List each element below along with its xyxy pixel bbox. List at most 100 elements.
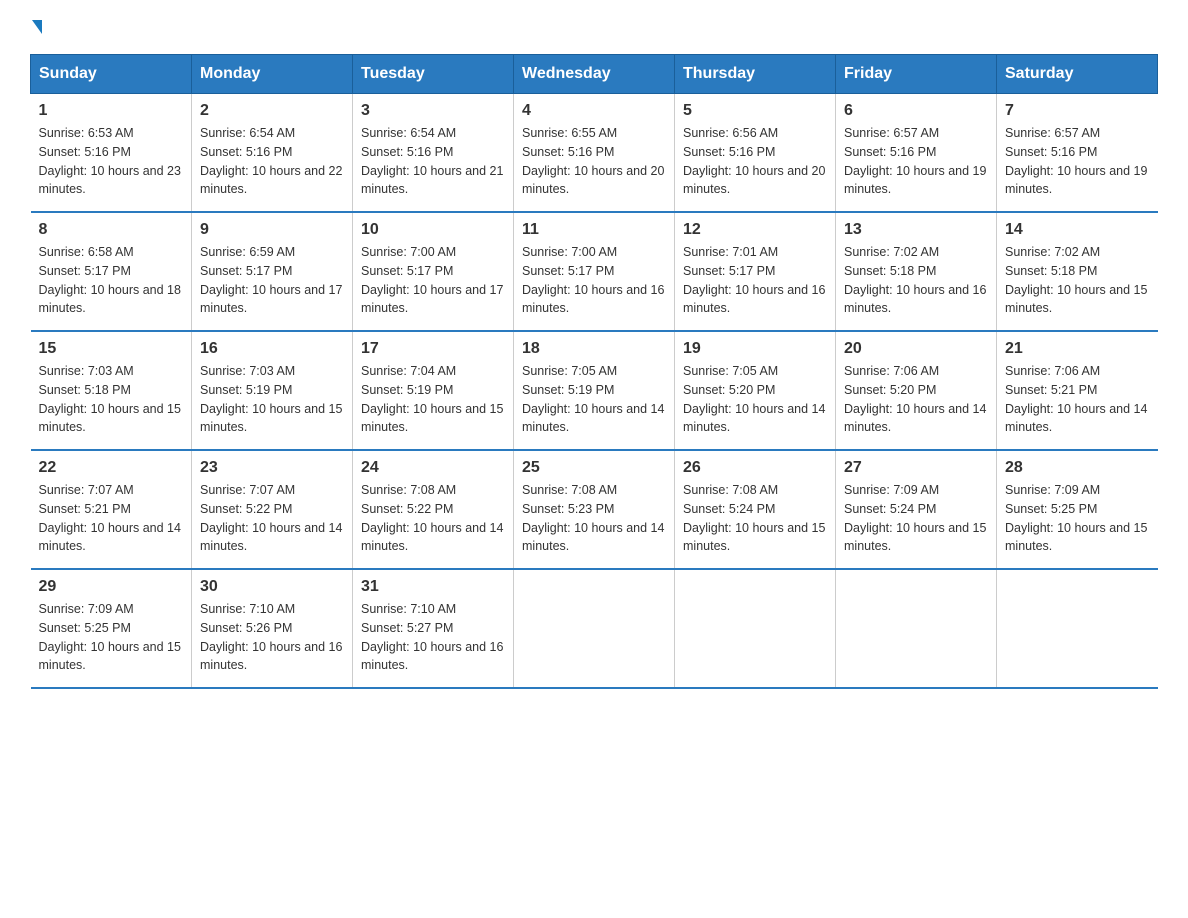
day-info: Sunrise: 7:04 AMSunset: 5:19 PMDaylight:… [361, 362, 505, 437]
day-info: Sunrise: 7:03 AMSunset: 5:18 PMDaylight:… [39, 362, 184, 437]
day-number: 9 [200, 221, 344, 239]
day-info: Sunrise: 6:55 AMSunset: 5:16 PMDaylight:… [522, 124, 666, 199]
day-number: 16 [200, 340, 344, 358]
day-info: Sunrise: 7:07 AMSunset: 5:22 PMDaylight:… [200, 481, 344, 556]
day-info: Sunrise: 7:01 AMSunset: 5:17 PMDaylight:… [683, 243, 827, 318]
calendar-cell: 26 Sunrise: 7:08 AMSunset: 5:24 PMDaylig… [675, 450, 836, 569]
calendar-body: 1 Sunrise: 6:53 AMSunset: 5:16 PMDayligh… [31, 94, 1158, 689]
calendar-cell: 22 Sunrise: 7:07 AMSunset: 5:21 PMDaylig… [31, 450, 192, 569]
day-number: 17 [361, 340, 505, 358]
day-info: Sunrise: 7:06 AMSunset: 5:21 PMDaylight:… [1005, 362, 1150, 437]
calendar-cell: 5 Sunrise: 6:56 AMSunset: 5:16 PMDayligh… [675, 94, 836, 213]
calendar-cell: 19 Sunrise: 7:05 AMSunset: 5:20 PMDaylig… [675, 331, 836, 450]
day-info: Sunrise: 6:54 AMSunset: 5:16 PMDaylight:… [361, 124, 505, 199]
calendar-cell: 9 Sunrise: 6:59 AMSunset: 5:17 PMDayligh… [192, 212, 353, 331]
logo [30, 20, 42, 34]
day-info: Sunrise: 6:58 AMSunset: 5:17 PMDaylight:… [39, 243, 184, 318]
day-info: Sunrise: 7:07 AMSunset: 5:21 PMDaylight:… [39, 481, 184, 556]
calendar-cell: 16 Sunrise: 7:03 AMSunset: 5:19 PMDaylig… [192, 331, 353, 450]
day-info: Sunrise: 7:06 AMSunset: 5:20 PMDaylight:… [844, 362, 988, 437]
day-info: Sunrise: 6:56 AMSunset: 5:16 PMDaylight:… [683, 124, 827, 199]
calendar-week-row: 1 Sunrise: 6:53 AMSunset: 5:16 PMDayligh… [31, 94, 1158, 213]
day-number: 29 [39, 578, 184, 596]
calendar-cell: 28 Sunrise: 7:09 AMSunset: 5:25 PMDaylig… [997, 450, 1158, 569]
calendar-cell: 27 Sunrise: 7:09 AMSunset: 5:24 PMDaylig… [836, 450, 997, 569]
day-number: 6 [844, 102, 988, 120]
calendar-cell [836, 569, 997, 688]
day-number: 25 [522, 459, 666, 477]
calendar-cell: 30 Sunrise: 7:10 AMSunset: 5:26 PMDaylig… [192, 569, 353, 688]
day-info: Sunrise: 7:10 AMSunset: 5:27 PMDaylight:… [361, 600, 505, 675]
day-header-thursday: Thursday [675, 55, 836, 94]
calendar-cell: 17 Sunrise: 7:04 AMSunset: 5:19 PMDaylig… [353, 331, 514, 450]
calendar-cell: 8 Sunrise: 6:58 AMSunset: 5:17 PMDayligh… [31, 212, 192, 331]
day-number: 19 [683, 340, 827, 358]
calendar-cell [675, 569, 836, 688]
calendar-cell: 12 Sunrise: 7:01 AMSunset: 5:17 PMDaylig… [675, 212, 836, 331]
day-info: Sunrise: 6:59 AMSunset: 5:17 PMDaylight:… [200, 243, 344, 318]
day-info: Sunrise: 7:03 AMSunset: 5:19 PMDaylight:… [200, 362, 344, 437]
logo-arrow-icon [32, 20, 42, 34]
day-number: 13 [844, 221, 988, 239]
calendar-cell: 18 Sunrise: 7:05 AMSunset: 5:19 PMDaylig… [514, 331, 675, 450]
day-info: Sunrise: 7:00 AMSunset: 5:17 PMDaylight:… [522, 243, 666, 318]
day-info: Sunrise: 7:05 AMSunset: 5:20 PMDaylight:… [683, 362, 827, 437]
calendar-cell: 11 Sunrise: 7:00 AMSunset: 5:17 PMDaylig… [514, 212, 675, 331]
day-info: Sunrise: 7:10 AMSunset: 5:26 PMDaylight:… [200, 600, 344, 675]
day-number: 7 [1005, 102, 1150, 120]
day-info: Sunrise: 7:08 AMSunset: 5:22 PMDaylight:… [361, 481, 505, 556]
calendar-cell [514, 569, 675, 688]
day-info: Sunrise: 7:09 AMSunset: 5:25 PMDaylight:… [39, 600, 184, 675]
day-number: 14 [1005, 221, 1150, 239]
day-number: 27 [844, 459, 988, 477]
calendar-cell: 15 Sunrise: 7:03 AMSunset: 5:18 PMDaylig… [31, 331, 192, 450]
calendar-cell: 20 Sunrise: 7:06 AMSunset: 5:20 PMDaylig… [836, 331, 997, 450]
calendar-cell: 23 Sunrise: 7:07 AMSunset: 5:22 PMDaylig… [192, 450, 353, 569]
day-number: 26 [683, 459, 827, 477]
day-info: Sunrise: 7:02 AMSunset: 5:18 PMDaylight:… [1005, 243, 1150, 318]
day-number: 3 [361, 102, 505, 120]
calendar-cell: 10 Sunrise: 7:00 AMSunset: 5:17 PMDaylig… [353, 212, 514, 331]
day-number: 22 [39, 459, 184, 477]
calendar-cell: 7 Sunrise: 6:57 AMSunset: 5:16 PMDayligh… [997, 94, 1158, 213]
day-info: Sunrise: 7:05 AMSunset: 5:19 PMDaylight:… [522, 362, 666, 437]
day-info: Sunrise: 6:53 AMSunset: 5:16 PMDaylight:… [39, 124, 184, 199]
calendar-table: SundayMondayTuesdayWednesdayThursdayFrid… [30, 54, 1158, 689]
day-info: Sunrise: 7:09 AMSunset: 5:24 PMDaylight:… [844, 481, 988, 556]
calendar-cell: 14 Sunrise: 7:02 AMSunset: 5:18 PMDaylig… [997, 212, 1158, 331]
calendar-header: SundayMondayTuesdayWednesdayThursdayFrid… [31, 55, 1158, 94]
day-info: Sunrise: 7:02 AMSunset: 5:18 PMDaylight:… [844, 243, 988, 318]
day-number: 10 [361, 221, 505, 239]
day-header-wednesday: Wednesday [514, 55, 675, 94]
calendar-cell [997, 569, 1158, 688]
calendar-cell: 24 Sunrise: 7:08 AMSunset: 5:22 PMDaylig… [353, 450, 514, 569]
day-info: Sunrise: 7:00 AMSunset: 5:17 PMDaylight:… [361, 243, 505, 318]
day-number: 20 [844, 340, 988, 358]
calendar-week-row: 8 Sunrise: 6:58 AMSunset: 5:17 PMDayligh… [31, 212, 1158, 331]
calendar-cell: 25 Sunrise: 7:08 AMSunset: 5:23 PMDaylig… [514, 450, 675, 569]
calendar-cell: 21 Sunrise: 7:06 AMSunset: 5:21 PMDaylig… [997, 331, 1158, 450]
day-number: 31 [361, 578, 505, 596]
calendar-cell: 4 Sunrise: 6:55 AMSunset: 5:16 PMDayligh… [514, 94, 675, 213]
day-number: 30 [200, 578, 344, 596]
day-number: 8 [39, 221, 184, 239]
day-header-saturday: Saturday [997, 55, 1158, 94]
day-number: 2 [200, 102, 344, 120]
day-number: 11 [522, 221, 666, 239]
day-number: 12 [683, 221, 827, 239]
calendar-cell: 3 Sunrise: 6:54 AMSunset: 5:16 PMDayligh… [353, 94, 514, 213]
day-header-tuesday: Tuesday [353, 55, 514, 94]
day-header-sunday: Sunday [31, 55, 192, 94]
day-info: Sunrise: 6:57 AMSunset: 5:16 PMDaylight:… [844, 124, 988, 199]
calendar-cell: 31 Sunrise: 7:10 AMSunset: 5:27 PMDaylig… [353, 569, 514, 688]
calendar-week-row: 29 Sunrise: 7:09 AMSunset: 5:25 PMDaylig… [31, 569, 1158, 688]
page-header [30, 20, 1158, 34]
day-number: 28 [1005, 459, 1150, 477]
calendar-cell: 13 Sunrise: 7:02 AMSunset: 5:18 PMDaylig… [836, 212, 997, 331]
day-number: 21 [1005, 340, 1150, 358]
day-info: Sunrise: 7:09 AMSunset: 5:25 PMDaylight:… [1005, 481, 1150, 556]
calendar-week-row: 22 Sunrise: 7:07 AMSunset: 5:21 PMDaylig… [31, 450, 1158, 569]
calendar-cell: 2 Sunrise: 6:54 AMSunset: 5:16 PMDayligh… [192, 94, 353, 213]
day-header-row: SundayMondayTuesdayWednesdayThursdayFrid… [31, 55, 1158, 94]
calendar-cell: 1 Sunrise: 6:53 AMSunset: 5:16 PMDayligh… [31, 94, 192, 213]
